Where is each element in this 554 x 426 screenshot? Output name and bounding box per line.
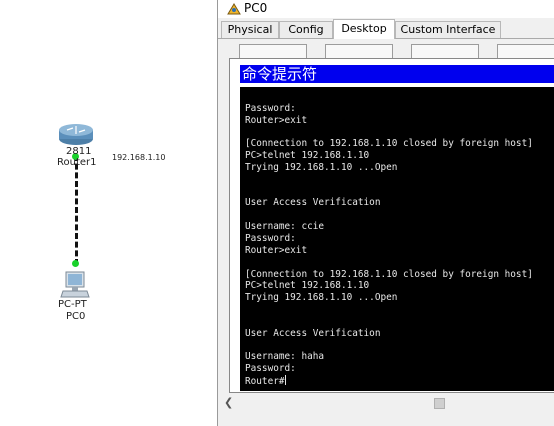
terminal-prompt: Router# <box>245 376 285 388</box>
pc0-window: PC0 Physical Config Desktop Custom Inter… <box>217 0 554 426</box>
desktop-app-icons <box>229 44 554 59</box>
pc-type-label: PC-PT <box>58 299 87 310</box>
desktop-app-icon[interactable] <box>239 44 307 59</box>
router-name-label: Router1 <box>57 157 97 168</box>
scrollbar-thumb[interactable] <box>434 398 445 409</box>
desktop-app-icon[interactable] <box>325 44 393 59</box>
chevron-left-icon[interactable]: ❮ <box>224 395 233 410</box>
desktop-app-icon[interactable] <box>411 44 479 59</box>
link-status-dot-pc <box>72 260 79 267</box>
terminal-output: User Access Verification Password: Route… <box>245 87 533 388</box>
router-model-label: 2811 <box>66 146 92 157</box>
window-titlebar[interactable]: PC0 <box>218 0 554 18</box>
tab-config[interactable]: Config <box>279 21 333 38</box>
terminal-screen[interactable]: User Access Verification Password: Route… <box>240 87 554 391</box>
router-icon[interactable] <box>58 122 94 146</box>
horizontal-scrollbar[interactable]: ❮ <box>220 395 554 410</box>
desktop-app-icon[interactable] <box>497 44 554 59</box>
command-prompt-panel: 命令提示符 User Access Verification Password:… <box>229 58 554 393</box>
tab-desktop[interactable]: Desktop <box>333 19 395 39</box>
terminal-lines: User Access Verification Password: Route… <box>245 87 533 375</box>
tab-physical[interactable]: Physical <box>221 21 279 38</box>
command-prompt-title: 命令提示符 <box>240 65 554 83</box>
packet-tracer-icon <box>227 3 241 15</box>
tab-bar: Physical Config Desktop Custom Interface <box>218 19 554 39</box>
text-cursor <box>284 375 286 386</box>
window-title: PC0 <box>244 1 268 15</box>
ethernet-link[interactable] <box>75 155 78 265</box>
pc-name-label: PC0 <box>66 311 86 322</box>
pc-icon[interactable] <box>60 270 90 300</box>
link-ip-label: 192.168.1.10 <box>112 153 166 162</box>
tab-custom-interface[interactable]: Custom Interface <box>395 21 501 38</box>
